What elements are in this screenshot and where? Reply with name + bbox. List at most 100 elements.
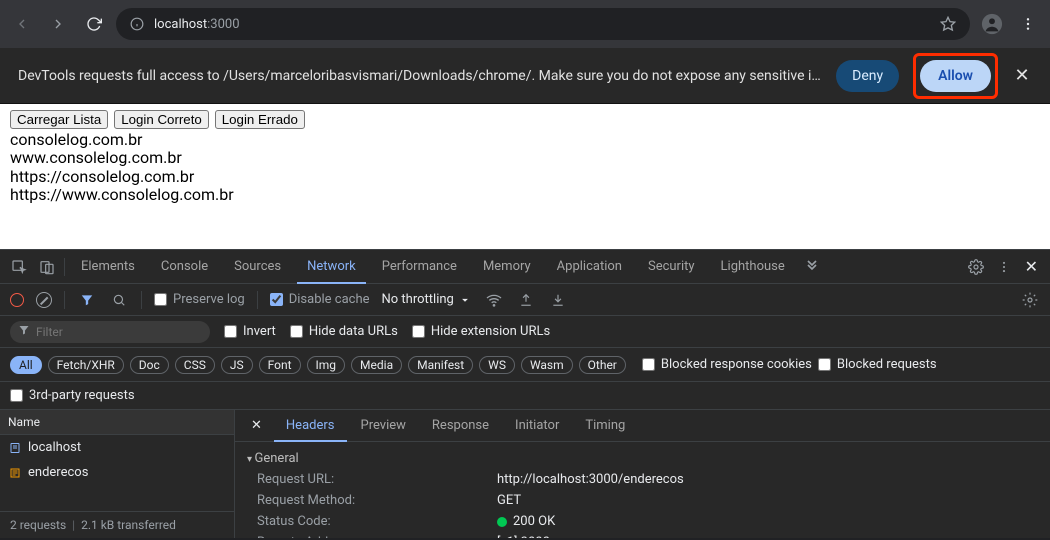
hide-extension-urls-checkbox[interactable]: Hide extension URLs (412, 324, 550, 339)
preserve-log-checkbox[interactable]: Preserve log (154, 292, 245, 307)
request-row-enderecos[interactable]: enderecos (0, 460, 234, 485)
url-list-item: https://consolelog.com.br (10, 168, 1040, 186)
devtools-close-icon[interactable]: ✕ (1021, 257, 1042, 276)
url-list-item: www.consolelog.com.br (10, 149, 1040, 167)
chip-js[interactable]: JS (221, 356, 253, 374)
blocked-cookies-checkbox[interactable]: Blocked response cookies (642, 357, 812, 372)
more-tabs-icon[interactable] (801, 256, 823, 278)
profile-avatar[interactable] (978, 10, 1006, 38)
chip-img[interactable]: Img (307, 356, 346, 374)
login-correto-button[interactable]: Login Correto (114, 110, 209, 129)
chip-other[interactable]: Other (579, 356, 626, 374)
login-errado-button[interactable]: Login Errado (215, 110, 305, 129)
chevron-down-icon (458, 293, 472, 307)
detail-tab-response[interactable]: Response (420, 410, 501, 442)
devtools-panel: Elements Console Sources Network Perform… (0, 249, 1050, 538)
general-section-header[interactable]: General (247, 448, 1038, 469)
deny-button[interactable]: Deny (836, 60, 899, 92)
allow-button[interactable]: Allow (920, 60, 991, 92)
import-har-icon[interactable] (516, 290, 536, 310)
reload-button[interactable] (80, 10, 108, 38)
network-conditions-icon[interactable] (484, 290, 504, 310)
chip-wasm[interactable]: Wasm (521, 356, 573, 374)
chip-all[interactable]: All (10, 356, 42, 374)
third-party-checkbox[interactable]: 3rd-party requests (10, 388, 135, 403)
url-list: consolelog.com.br www.consolelog.com.br … (10, 131, 1040, 205)
throttling-dropdown[interactable]: No throttling (382, 292, 472, 307)
infobar-close-icon[interactable]: ✕ (1012, 65, 1032, 86)
tab-performance[interactable]: Performance (372, 250, 467, 284)
network-settings-icon[interactable] (1020, 290, 1040, 310)
devtools-tabstrip: Elements Console Sources Network Perform… (0, 250, 1050, 284)
detail-close-icon[interactable]: ✕ (241, 418, 272, 433)
device-toggle-icon[interactable] (36, 256, 58, 278)
xhr-icon (8, 466, 22, 480)
request-list: Name localhost enderecos 2 requests|2.1 … (0, 410, 235, 538)
page-content: Carregar Lista Login Correto Login Errad… (0, 104, 1050, 249)
detail-tabstrip: ✕ Headers Preview Response Initiator Tim… (235, 410, 1050, 442)
network-3rd-party-row: 3rd-party requests (0, 382, 1050, 410)
network-type-chips: All Fetch/XHR Doc CSS JS Font Img Media … (0, 348, 1050, 382)
search-icon[interactable] (109, 290, 129, 310)
chip-font[interactable]: Font (259, 356, 301, 374)
tab-lighthouse[interactable]: Lighthouse (711, 250, 795, 284)
chip-manifest[interactable]: Manifest (408, 356, 473, 374)
status-dot-icon (497, 517, 507, 527)
kv-remote-address: Remote Address:[::1]:3000 (247, 532, 1038, 538)
url-list-item: consolelog.com.br (10, 131, 1040, 149)
request-row-localhost[interactable]: localhost (0, 435, 234, 460)
infobar-message: DevTools requests full access to /Users/… (18, 68, 822, 84)
request-name: enderecos (28, 465, 88, 480)
filter-input[interactable] (10, 321, 210, 343)
url-text: localhost:3000 (154, 17, 240, 32)
hide-data-urls-checkbox[interactable]: Hide data URLs (290, 324, 398, 339)
tab-security[interactable]: Security (638, 250, 705, 284)
settings-gear-icon[interactable] (965, 256, 987, 278)
kv-request-method: Request Method:GET (247, 490, 1038, 511)
tab-elements[interactable]: Elements (71, 250, 145, 284)
tab-memory[interactable]: Memory (473, 250, 541, 284)
disable-cache-checkbox[interactable]: Disable cache (270, 292, 370, 307)
headers-body: General Request URL:http://localhost:300… (235, 442, 1050, 538)
tab-network[interactable]: Network (297, 250, 366, 284)
url-list-item: https://www.consolelog.com.br (10, 186, 1040, 204)
page-button-row: Carregar Lista Login Correto Login Errad… (10, 110, 1040, 129)
carregar-lista-button[interactable]: Carregar Lista (10, 110, 108, 129)
browser-toolbar: localhost:3000 (0, 0, 1050, 48)
forward-button[interactable] (44, 10, 72, 38)
clear-button[interactable] (36, 292, 52, 308)
inspect-icon[interactable] (8, 256, 30, 278)
kv-status-code: Status Code:200 OK (247, 511, 1038, 532)
bookmark-star-icon[interactable] (940, 16, 956, 32)
network-body: Name localhost enderecos 2 requests|2.1 … (0, 410, 1050, 538)
network-filter-row: Invert Hide data URLs Hide extension URL… (0, 316, 1050, 348)
tab-console[interactable]: Console (151, 250, 218, 284)
request-name: localhost (28, 440, 81, 455)
kv-request-url: Request URL:http://localhost:3000/endere… (247, 469, 1038, 490)
chrome-menu-button[interactable] (1014, 10, 1042, 38)
export-har-icon[interactable] (548, 290, 568, 310)
filter-toggle-icon[interactable] (77, 290, 97, 310)
tab-application[interactable]: Application (547, 250, 632, 284)
back-button[interactable] (8, 10, 36, 38)
devtools-kebab-icon[interactable] (993, 256, 1015, 278)
request-list-header[interactable]: Name (0, 410, 234, 435)
detail-tab-timing[interactable]: Timing (573, 410, 637, 442)
detail-tab-initiator[interactable]: Initiator (503, 410, 571, 442)
record-button[interactable] (10, 293, 24, 307)
allow-highlight: Allow (913, 53, 998, 99)
invert-checkbox[interactable]: Invert (224, 324, 276, 339)
filter-icon (18, 324, 30, 340)
chip-media[interactable]: Media (351, 356, 402, 374)
chip-ws[interactable]: WS (479, 356, 515, 374)
detail-tab-headers[interactable]: Headers (274, 410, 347, 442)
detail-tab-preview[interactable]: Preview (349, 410, 418, 442)
chip-doc[interactable]: Doc (130, 356, 169, 374)
chip-css[interactable]: CSS (175, 356, 215, 374)
request-list-footer: 2 requests|2.1 kB transferred (0, 511, 234, 538)
network-toolbar: Preserve log Disable cache No throttling (0, 284, 1050, 316)
blocked-requests-checkbox[interactable]: Blocked requests (818, 357, 937, 372)
tab-sources[interactable]: Sources (224, 250, 291, 284)
address-bar[interactable]: localhost:3000 (116, 8, 970, 40)
chip-fetch-xhr[interactable]: Fetch/XHR (48, 356, 124, 374)
